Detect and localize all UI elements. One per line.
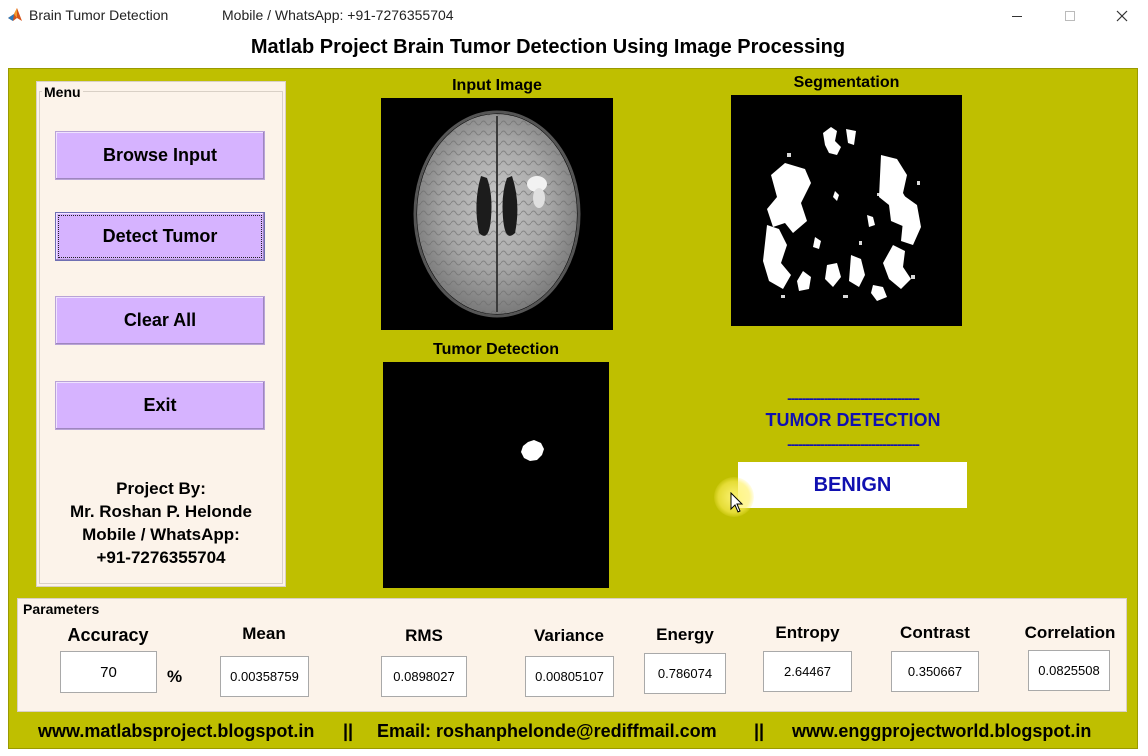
page-heading: Matlab Project Brain Tumor Detection Usi…: [250, 36, 846, 58]
mouse-cursor-icon: [730, 491, 744, 519]
accuracy-unit: %: [167, 667, 183, 686]
dash-separator-bottom: ------------------------------------: [787, 436, 920, 452]
rms-label: RMS: [405, 626, 443, 645]
entropy-field[interactable]: 2.64467: [763, 651, 852, 692]
minimize-icon: [1011, 10, 1023, 22]
maximize-button[interactable]: [1047, 0, 1093, 31]
contrast-field[interactable]: 0.350667: [891, 651, 979, 692]
credits-line: Mr. Roshan P. Helonde: [69, 502, 252, 521]
clear-all-button[interactable]: Clear All: [55, 296, 265, 345]
window-title: Brain Tumor Detection: [29, 7, 169, 23]
maximize-icon: [1064, 10, 1076, 22]
credits-line: +91-7276355704: [96, 548, 226, 567]
footer-site-1: www.matlabsproject.blogspot.in: [38, 721, 315, 741]
segmentation-label: Segmentation: [793, 74, 900, 91]
footer-separator: ||: [754, 721, 765, 741]
energy-field[interactable]: 0.786074: [644, 653, 726, 694]
accuracy-label: Accuracy: [67, 625, 149, 645]
variance-field[interactable]: 0.00805107: [525, 656, 614, 697]
credits-line: Mobile / WhatsApp:: [82, 525, 240, 544]
entropy-label: Entropy: [775, 623, 840, 642]
credits-line: Project By:: [116, 479, 206, 498]
rms-field[interactable]: 0.0898027: [381, 656, 467, 697]
segmentation-image: [731, 95, 962, 326]
footer-email: Email: roshanphelonde@rediffmail.com: [377, 721, 717, 741]
correlation-label: Correlation: [1024, 623, 1116, 642]
input-image: [381, 98, 613, 330]
contrast-label: Contrast: [900, 623, 970, 642]
window-subtitle: Mobile / WhatsApp: +91-7276355704: [222, 7, 454, 23]
variance-label: Variance: [534, 626, 604, 645]
tumor-detection-image: [383, 362, 609, 588]
project-credits: Project By: Mr. Roshan P. Helonde Mobile…: [37, 477, 285, 569]
matlab-icon: [7, 7, 23, 23]
parameters-title: Parameters: [23, 601, 100, 617]
detect-tumor-button[interactable]: Detect Tumor: [55, 212, 265, 261]
close-icon: [1116, 10, 1128, 22]
tumor-detection-label: Tumor Detection: [433, 341, 559, 358]
energy-label: Energy: [656, 625, 714, 644]
input-image-label: Input Image: [452, 77, 542, 94]
browse-input-button[interactable]: Browse Input: [55, 131, 265, 180]
title-bar: Brain Tumor Detection Mobile / WhatsApp:…: [0, 0, 1148, 31]
mean-field[interactable]: 0.00358759: [220, 656, 309, 697]
minimize-button[interactable]: [994, 0, 1040, 31]
menu-title: Menu: [42, 84, 83, 100]
tumor-detection-heading: TUMOR DETECTION: [765, 410, 941, 430]
footer-site-2: www.enggprojectworld.blogspot.in: [792, 721, 1092, 741]
accuracy-field[interactable]: 70: [60, 651, 157, 693]
dash-separator-top: ------------------------------------: [787, 390, 920, 406]
footer-separator: ||: [343, 721, 354, 741]
correlation-field[interactable]: 0.0825508: [1028, 650, 1110, 691]
mean-label: Mean: [242, 624, 286, 643]
menu-panel: Menu Browse Input Detect Tumor Clear All…: [36, 81, 286, 587]
result-field: BENIGN: [738, 462, 967, 508]
close-button[interactable]: [1099, 0, 1145, 31]
exit-button[interactable]: Exit: [55, 381, 265, 430]
